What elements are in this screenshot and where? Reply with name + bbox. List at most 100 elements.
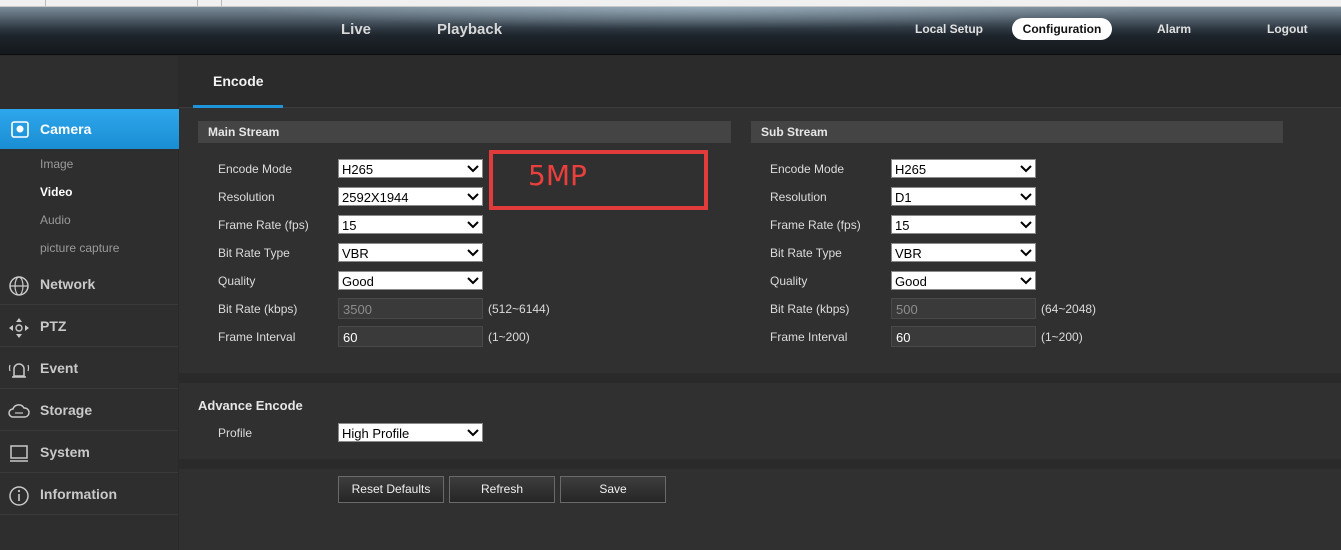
sidebar-item-label: Event xyxy=(40,360,79,376)
chevron-down-icon xyxy=(467,165,479,173)
chevron-down-icon xyxy=(1020,249,1032,257)
chevron-down-icon xyxy=(467,277,479,285)
main-frame-interval-field[interactable]: 60 xyxy=(338,326,483,347)
field-value: 60 xyxy=(343,330,358,345)
sidebar-item-label: System xyxy=(40,444,90,460)
tab-bar: Encode xyxy=(179,56,1341,108)
sidebar-subitem-picture-capture[interactable]: picture capture xyxy=(40,241,119,255)
nav-playback[interactable]: Playback xyxy=(437,21,502,38)
sidebar: Camera Image Video Audio picture capture… xyxy=(0,56,188,550)
main-frame-interval-label: Frame Interval xyxy=(218,330,296,344)
nav-local-setup[interactable]: Local Setup xyxy=(915,22,983,36)
tab-encode[interactable]: Encode xyxy=(193,56,283,108)
sub-bit-rate-label: Bit Rate (kbps) xyxy=(770,302,850,316)
select-value: H265 xyxy=(895,162,927,177)
main-stream-title: Main Stream xyxy=(208,125,280,139)
button-label: Refresh xyxy=(480,482,524,496)
alarm-bell-icon xyxy=(8,363,30,378)
tab-encode-label: Encode xyxy=(213,73,264,89)
sub-stream-title: Sub Stream xyxy=(761,125,828,139)
section-divider xyxy=(179,459,1341,469)
sub-encode-mode-label: Encode Mode xyxy=(770,162,845,176)
ptz-arrows-icon xyxy=(9,318,29,338)
main-quality-select[interactable]: Good xyxy=(338,271,483,290)
main-bit-rate-field[interactable]: 3500 xyxy=(338,298,483,319)
sub-bit-rate-range: (64~2048) xyxy=(1041,302,1097,316)
select-value: D1 xyxy=(895,190,912,205)
sub-bit-rate-type-select[interactable]: VBR xyxy=(891,243,1036,262)
main-frame-rate-label: Frame Rate (fps) xyxy=(218,218,309,232)
chevron-down-icon xyxy=(467,221,479,229)
sub-encode-mode-select[interactable]: H265 xyxy=(891,159,1036,178)
main-bit-rate-range: (512~6144) xyxy=(488,302,550,316)
main-bit-rate-label: Bit Rate (kbps) xyxy=(218,302,298,316)
sidebar-item-network[interactable]: Network xyxy=(0,263,178,305)
sub-bit-rate-type-label: Bit Rate Type xyxy=(770,246,842,260)
sub-frame-rate-label: Frame Rate (fps) xyxy=(770,218,861,232)
sub-frame-interval-field[interactable]: 60 xyxy=(891,326,1036,347)
main-quality-label: Quality xyxy=(218,274,256,288)
top-nav: Live Playback Local Setup Configuration … xyxy=(0,7,1341,55)
main-bit-rate-type-select[interactable]: VBR xyxy=(338,243,483,262)
sidebar-item-system[interactable]: System xyxy=(0,431,178,473)
select-value: Good xyxy=(342,274,374,289)
sub-resolution-select[interactable]: D1 xyxy=(891,187,1036,206)
nav-configuration[interactable]: Configuration xyxy=(1012,18,1112,40)
sidebar-item-label: Camera xyxy=(40,121,92,137)
sidebar-subitem-video[interactable]: Video xyxy=(40,185,72,199)
browser-tab-stub[interactable] xyxy=(0,0,46,6)
main-resolution-select[interactable]: 2592X1944 xyxy=(338,187,483,206)
browser-tab-stub[interactable] xyxy=(198,0,222,6)
sub-bit-rate-field[interactable]: 500 xyxy=(891,298,1036,319)
sub-stream-header: Sub Stream xyxy=(751,121,1283,143)
sub-quality-label: Quality xyxy=(770,274,808,288)
main-resolution-label: Resolution xyxy=(218,190,275,204)
sidebar-item-label: Information xyxy=(40,486,117,502)
select-value: Good xyxy=(895,274,927,289)
select-value: 2592X1944 xyxy=(342,190,409,205)
chevron-down-icon xyxy=(467,429,479,437)
main-bit-rate-type-label: Bit Rate Type xyxy=(218,246,290,260)
sub-frame-interval-range: (1~200) xyxy=(1041,330,1083,344)
profile-label: Profile xyxy=(218,426,253,440)
reset-defaults-button[interactable]: Reset Defaults xyxy=(338,476,444,503)
sidebar-item-information[interactable]: Information xyxy=(0,473,178,515)
profile-select[interactable]: High Profile xyxy=(338,423,483,442)
select-value: 15 xyxy=(895,218,910,233)
main-frame-rate-select[interactable]: 15 xyxy=(338,215,483,234)
monitor-icon xyxy=(10,445,28,462)
browser-tab-stub[interactable] xyxy=(46,0,198,6)
sub-quality-select[interactable]: Good xyxy=(891,271,1036,290)
nav-alarm[interactable]: Alarm xyxy=(1157,22,1191,36)
app-window: Live Playback Local Setup Configuration … xyxy=(0,0,1341,550)
field-value: 60 xyxy=(896,330,911,345)
globe-icon xyxy=(9,276,29,296)
sidebar-item-label: Network xyxy=(40,276,96,292)
select-value: VBR xyxy=(895,246,922,261)
nav-logout[interactable]: Logout xyxy=(1267,22,1308,36)
nav-live[interactable]: Live xyxy=(341,21,371,38)
main-stream-header: Main Stream xyxy=(198,121,731,143)
sub-frame-rate-select[interactable]: 15 xyxy=(891,215,1036,234)
main-encode-mode-select[interactable]: H265 xyxy=(338,159,483,178)
sidebar-subitem-image[interactable]: Image xyxy=(40,157,73,171)
annotation-box: 5MP xyxy=(489,150,708,210)
chevron-down-icon xyxy=(467,249,479,257)
sidebar-item-event[interactable]: Event xyxy=(0,347,178,389)
section-divider xyxy=(179,373,1341,383)
sub-resolution-label: Resolution xyxy=(770,190,827,204)
select-value: 15 xyxy=(342,218,357,233)
sidebar-item-storage[interactable]: Storage xyxy=(0,389,178,431)
info-icon xyxy=(9,486,29,506)
button-label: Save xyxy=(599,482,627,496)
chevron-down-icon xyxy=(1020,221,1032,229)
save-button[interactable]: Save xyxy=(560,476,666,503)
sidebar-item-label: PTZ xyxy=(40,318,67,334)
refresh-button[interactable]: Refresh xyxy=(449,476,555,503)
sub-frame-interval-label: Frame Interval xyxy=(770,330,848,344)
main-encode-mode-label: Encode Mode xyxy=(218,162,293,176)
sidebar-subitem-audio[interactable]: Audio xyxy=(40,213,71,227)
advance-encode-title: Advance Encode xyxy=(198,398,303,413)
sidebar-item-ptz[interactable]: PTZ xyxy=(0,305,178,347)
sidebar-item-camera[interactable]: Camera xyxy=(0,109,188,149)
